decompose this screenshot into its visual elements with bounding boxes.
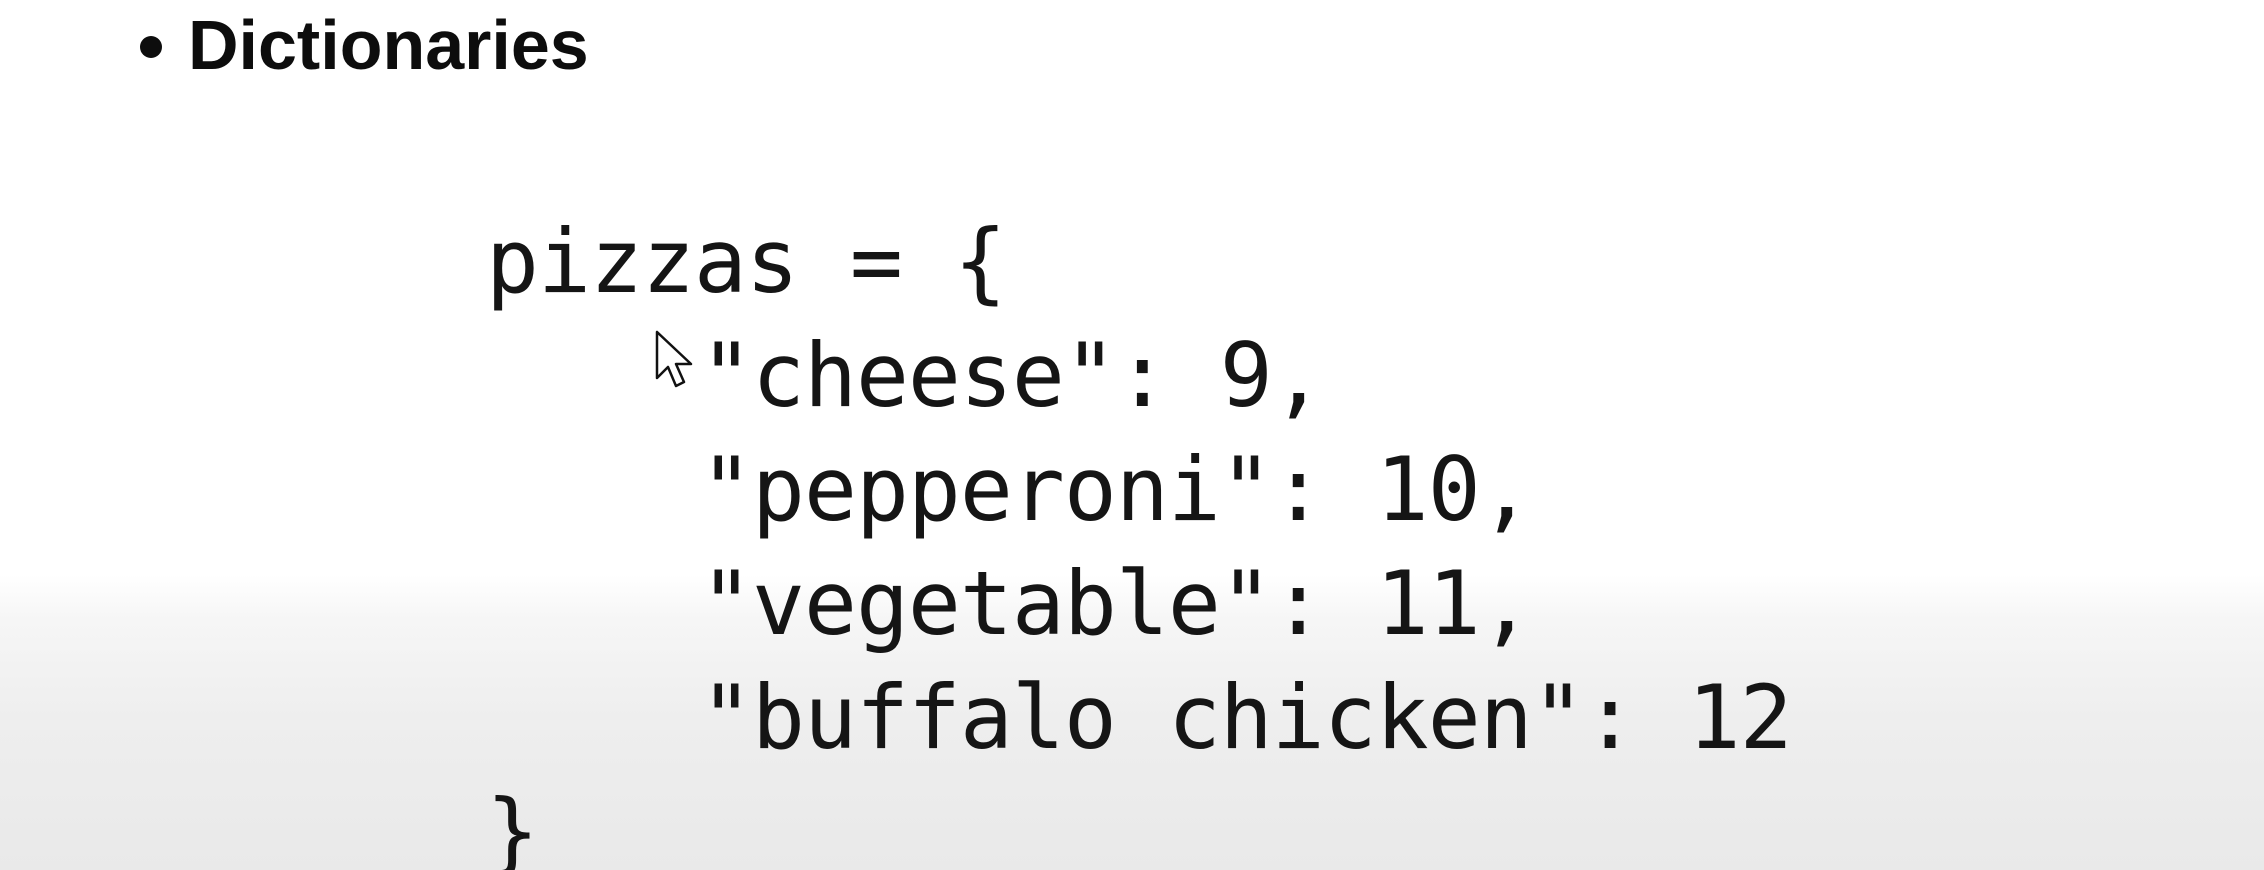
code-line: "pepperoni": 10,	[700, 438, 1533, 541]
bullet-heading-row: Dictionaries	[140, 0, 589, 90]
bullet-heading: Dictionaries	[188, 6, 589, 84]
bullet-dot	[140, 36, 162, 58]
code-line: "cheese": 9,	[700, 324, 1325, 427]
mouse-pointer-icon	[655, 330, 693, 388]
slide: Dictionaries pizzas = { "cheese": 9, "pe…	[0, 0, 2264, 870]
code-line: pizzas = {	[486, 210, 1007, 313]
code-line: }	[486, 780, 539, 870]
code-line: "vegetable": 11,	[700, 552, 1533, 655]
code-line: "buffalo chicken": 12	[700, 666, 1793, 769]
